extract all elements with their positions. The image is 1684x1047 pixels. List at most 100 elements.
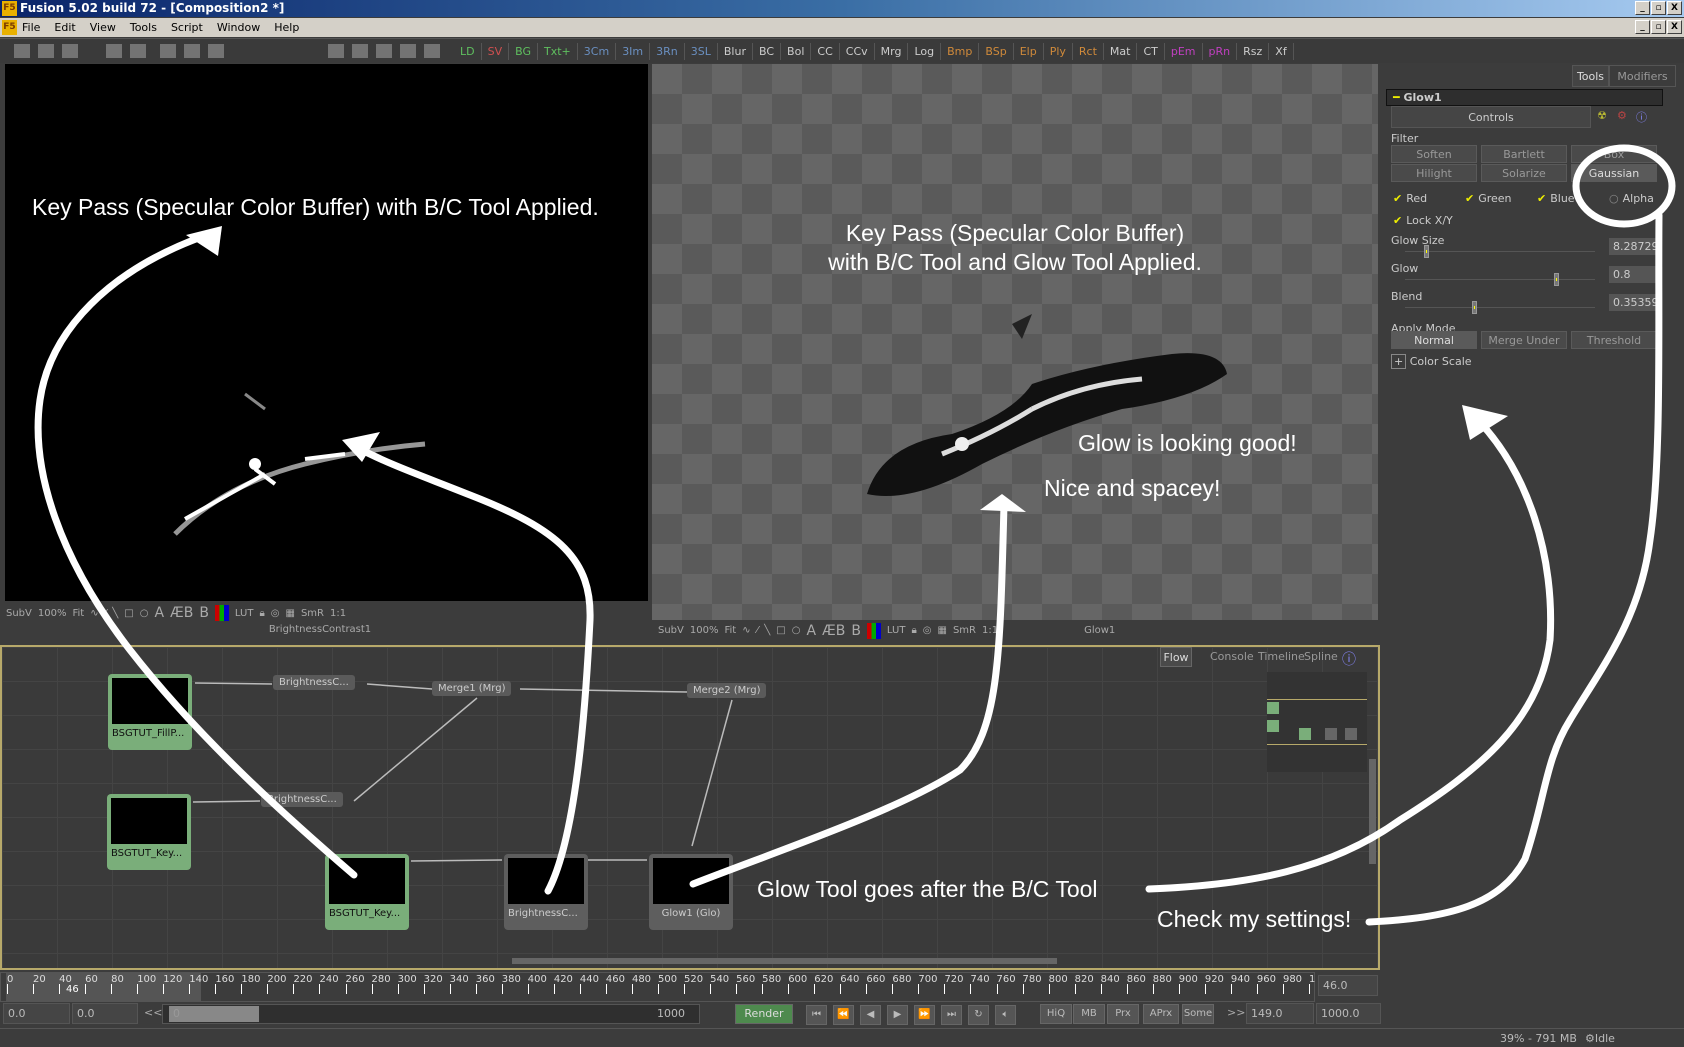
node-bsgtut-fillpass[interactable]: BSGTUT_FillP...: [108, 674, 192, 750]
menu-edit[interactable]: Edit: [54, 18, 75, 37]
global-start-field[interactable]: 0.0: [3, 1003, 70, 1024]
one-to-one-button[interactable]: 1:1: [330, 608, 346, 619]
polyline-icon[interactable]: ⁄: [757, 625, 759, 636]
node-brightness-contrast-3[interactable]: BrightnessC...: [504, 854, 588, 930]
range-slider-thumb[interactable]: [169, 1006, 259, 1022]
lock-icon[interactable]: 🔒︎: [911, 625, 916, 636]
node-brightness-contrast-2[interactable]: BrightnessC...: [261, 792, 343, 807]
zoom-button[interactable]: 100%: [38, 608, 67, 619]
render-button[interactable]: Render: [735, 1004, 793, 1024]
tool-header[interactable]: ━ Glow1: [1386, 89, 1663, 106]
tool-button-3im[interactable]: 3Im: [616, 42, 651, 60]
node-glow1[interactable]: Glow1 (Glo): [649, 854, 733, 930]
step-back-icon[interactable]: ⏪: [833, 1005, 854, 1025]
render-end-field[interactable]: 149.0: [1246, 1003, 1314, 1024]
fit-button[interactable]: Fit: [724, 625, 736, 636]
flow-info-icon[interactable]: ⓘ: [1342, 649, 1356, 669]
tab-tools[interactable]: Tools: [1572, 65, 1609, 87]
ellipse-icon[interactable]: ○: [792, 625, 801, 636]
roi-icon[interactable]: ◎: [271, 608, 280, 619]
loop-icon[interactable]: ↻: [968, 1005, 989, 1025]
layout-3-icon[interactable]: [376, 44, 392, 58]
aprx-toggle[interactable]: APrx: [1143, 1004, 1179, 1024]
new-icon[interactable]: [14, 44, 30, 58]
less-button[interactable]: <<: [144, 1006, 162, 1019]
checker-icon[interactable]: ▦: [286, 608, 295, 619]
time-ruler[interactable]: 46 0 20 40 60 80 100 120 140 160 180 200 220 240 260 2…: [0, 972, 1315, 1002]
tab-timeline[interactable]: Timeline: [1258, 647, 1305, 667]
color-channel-icon[interactable]: [866, 622, 881, 639]
node-merge2[interactable]: Merge2 (Mrg): [687, 683, 767, 698]
roi-icon[interactable]: ◎: [923, 625, 932, 636]
tool-button-blur[interactable]: Blur: [718, 42, 753, 60]
channel-red-checkbox[interactable]: ✔ Red: [1393, 192, 1427, 205]
slider-thumb[interactable]: [1423, 245, 1429, 258]
tool-button-ct[interactable]: CT: [1137, 42, 1165, 60]
render-start-field[interactable]: 0.0: [72, 1003, 138, 1024]
more-button[interactable]: >>: [1227, 1006, 1245, 1019]
go-to-end-icon[interactable]: ⏭: [941, 1005, 962, 1025]
doc-minimize-button[interactable]: _: [1635, 20, 1650, 34]
subview-button[interactable]: SubV: [6, 608, 32, 619]
tool-button-3rn[interactable]: 3Rn: [650, 42, 685, 60]
tool-button-bg[interactable]: BG: [509, 42, 539, 60]
play-icon[interactable]: ▶: [887, 1005, 908, 1025]
tool-button-bc[interactable]: BC: [753, 42, 782, 60]
redo-icon[interactable]: [184, 44, 200, 58]
slider-value-field[interactable]: 8.28729: [1609, 238, 1661, 255]
arrow-icon[interactable]: [208, 44, 224, 58]
play-reverse-icon[interactable]: ◀: [860, 1005, 881, 1025]
filter-bartlett-button[interactable]: Bartlett: [1481, 145, 1567, 163]
menu-script[interactable]: Script: [171, 18, 203, 37]
mb-toggle[interactable]: MB: [1073, 1004, 1105, 1024]
layout-4-icon[interactable]: [400, 44, 416, 58]
flow-horizontal-scrollbar[interactable]: [512, 958, 1057, 964]
paint-icon[interactable]: ╲: [764, 625, 770, 636]
copy-icon[interactable]: [106, 44, 122, 58]
node-merge1[interactable]: Merge1 (Mrg): [432, 681, 512, 696]
slider-thumb[interactable]: [1553, 273, 1559, 286]
lock-icon[interactable]: 🔒︎: [259, 608, 264, 619]
minimize-button[interactable]: _: [1635, 1, 1650, 15]
radioactive-icon[interactable]: ☢: [1597, 109, 1607, 122]
tool-button-mrg[interactable]: Mrg: [875, 42, 909, 60]
tool-button-sv[interactable]: SV: [482, 42, 510, 60]
tool-button-3sl[interactable]: 3SL: [685, 42, 718, 60]
checker-icon[interactable]: ▦: [938, 625, 947, 636]
left-viewer[interactable]: [5, 64, 648, 601]
node-bsgtut-key-2[interactable]: BSGTUT_Key...: [325, 854, 409, 930]
slider-value-field[interactable]: 0.35359: [1609, 294, 1661, 311]
tool-button-xf[interactable]: Xf: [1269, 42, 1294, 60]
color-scale-expander[interactable]: + Color Scale: [1391, 354, 1472, 369]
apply-mode-merge-under-button[interactable]: Merge Under: [1481, 331, 1567, 349]
buffer-b-button[interactable]: B: [851, 623, 861, 639]
menu-tools[interactable]: Tools: [130, 18, 157, 37]
tab-modifiers[interactable]: Modifiers: [1609, 65, 1676, 87]
current-time-field[interactable]: 46.0: [1318, 975, 1378, 996]
menu-file[interactable]: File: [22, 18, 40, 37]
spline-icon[interactable]: ∿: [742, 625, 750, 636]
slider-track[interactable]: [1405, 251, 1595, 252]
buffer-a-button[interactable]: A: [806, 623, 816, 639]
doc-close-button[interactable]: X: [1667, 20, 1682, 34]
buffer-b-button[interactable]: B: [199, 605, 209, 621]
filter-soften-button[interactable]: Soften: [1391, 145, 1477, 163]
node-brightness-contrast-1[interactable]: BrightnessC...: [273, 675, 355, 690]
tool-button-rsz[interactable]: Rsz: [1237, 42, 1270, 60]
tool-button-cc[interactable]: CC: [811, 42, 840, 60]
slider-track[interactable]: [1405, 307, 1595, 308]
color-channel-icon[interactable]: [214, 605, 229, 621]
fit-button[interactable]: Fit: [72, 608, 84, 619]
rectangle-icon[interactable]: □: [124, 608, 133, 619]
one-to-one-button[interactable]: 1:1: [982, 625, 998, 636]
apply-mode-threshold-button[interactable]: Threshold: [1571, 331, 1657, 349]
buffer-ab-button[interactable]: ÆB: [822, 623, 845, 639]
paint-icon[interactable]: ╲: [112, 608, 118, 619]
tool-button-ply[interactable]: Ply: [1044, 42, 1073, 60]
lut-button[interactable]: LUT: [887, 625, 906, 636]
menu-view[interactable]: View: [90, 18, 116, 37]
zoom-button[interactable]: 100%: [690, 625, 719, 636]
filter-box-button[interactable]: Box: [1571, 145, 1657, 163]
paste-icon[interactable]: [130, 44, 146, 58]
range-slider[interactable]: 0 1000: [162, 1004, 700, 1024]
